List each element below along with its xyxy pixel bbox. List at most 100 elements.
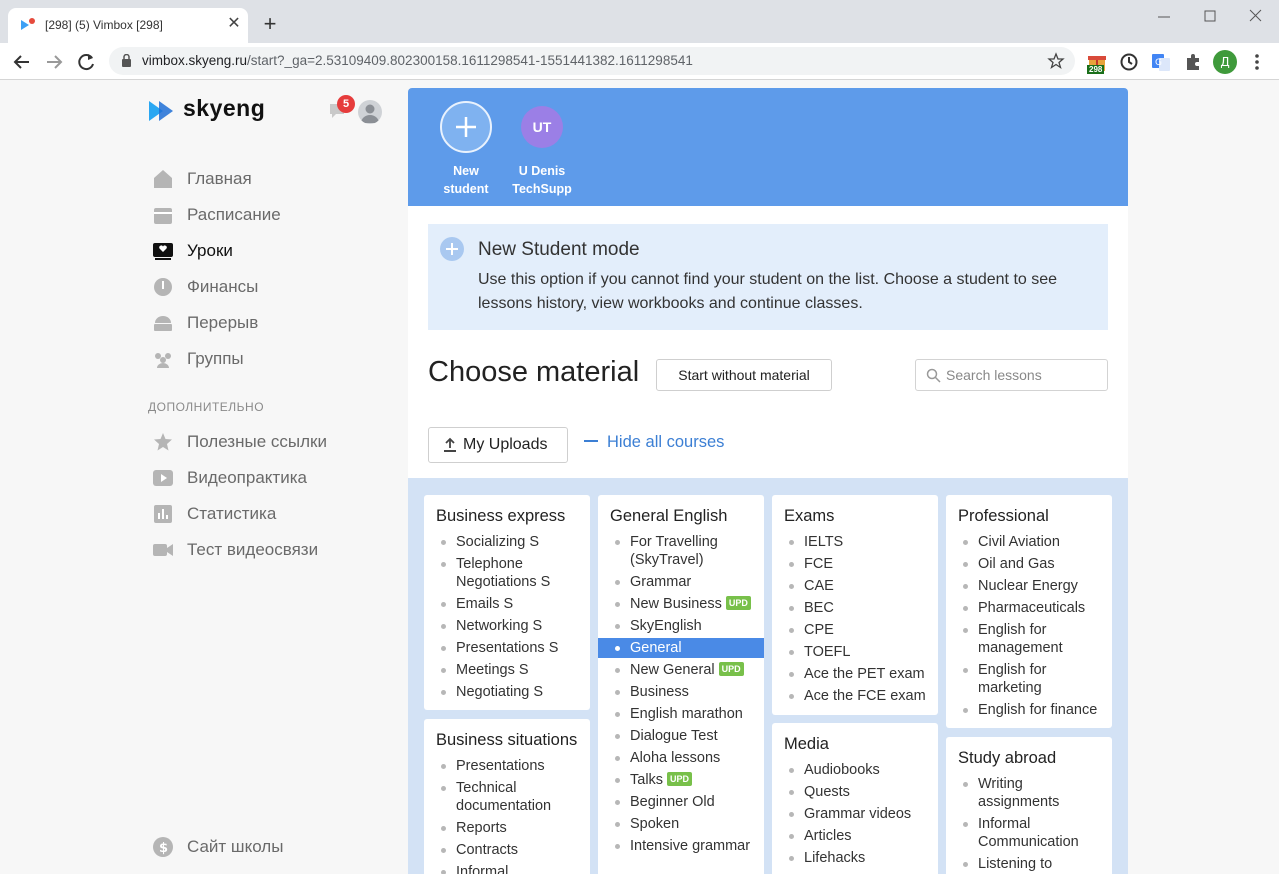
course-item[interactable]: English marathon xyxy=(598,705,764,723)
course-item[interactable]: Socializing S xyxy=(424,533,590,551)
course-item[interactable]: Informal Communication xyxy=(946,815,1112,851)
course-item-selected[interactable]: General xyxy=(598,638,764,658)
course-item[interactable]: Listening to xyxy=(946,855,1112,873)
course-item[interactable]: Oil and Gas xyxy=(946,555,1112,573)
stats-icon xyxy=(154,505,172,523)
sidebar-item-school-site[interactable]: $ Сайт школы xyxy=(152,833,392,861)
calendar-icon xyxy=(154,208,172,224)
course-item[interactable]: Audiobooks xyxy=(772,761,938,779)
extensions-puzzle-icon[interactable] xyxy=(1182,51,1204,73)
course-item[interactable]: IELTS xyxy=(772,533,938,551)
course-item[interactable]: Presentations S xyxy=(424,639,590,657)
sidebar-item-finance[interactable]: Финансы xyxy=(152,273,392,301)
course-card-general-english: General English For Travelling (SkyTrave… xyxy=(598,495,764,874)
search-input[interactable] xyxy=(946,364,1101,386)
course-card-media: Media Audiobooks Quests Grammar videos A… xyxy=(772,723,938,874)
course-item[interactable]: Articles xyxy=(772,827,938,845)
reload-icon[interactable] xyxy=(75,51,97,73)
course-item[interactable]: Ace the PET exam xyxy=(772,665,938,683)
course-item[interactable]: Spoken xyxy=(598,815,764,833)
course-item[interactable]: Technical documentation xyxy=(424,779,590,815)
student-name: New xyxy=(453,164,479,178)
course-item[interactable]: CPE xyxy=(772,621,938,639)
course-item[interactable]: FCE xyxy=(772,555,938,573)
course-item[interactable]: CAE xyxy=(772,577,938,595)
course-item[interactable]: Grammar videos xyxy=(772,805,938,823)
browser-menu-icon[interactable] xyxy=(1250,51,1264,73)
course-item[interactable]: BEC xyxy=(772,599,938,617)
course-item[interactable]: Aloha lessons xyxy=(598,749,764,767)
student-u-denis[interactable]: UT U Denis TechSupp xyxy=(502,101,582,198)
course-item[interactable]: Intensive grammar xyxy=(598,837,764,855)
new-tab-icon[interactable]: + xyxy=(260,13,280,35)
sidebar-item-home[interactable]: Главная xyxy=(152,165,392,193)
tab-close-icon[interactable]: ✕ xyxy=(225,15,243,33)
course-item[interactable]: Grammar xyxy=(598,573,764,591)
course-item[interactable]: New General UPD xyxy=(598,661,764,679)
course-item[interactable]: Writing assignments xyxy=(946,775,1112,811)
course-item[interactable]: English for finance xyxy=(946,701,1112,719)
browser-tab[interactable]: [298] (5) Vimbox [298] ✕ xyxy=(8,8,248,43)
course-item[interactable]: Reports xyxy=(424,819,590,837)
course-item[interactable]: For Travelling (SkyTravel) xyxy=(598,533,764,569)
course-item[interactable]: Ace the FCE exam xyxy=(772,687,938,705)
sidebar-item-video-test[interactable]: Тест видеосвязи xyxy=(152,536,392,564)
sidebar-item-label: Уроки xyxy=(187,241,233,260)
user-avatar-icon[interactable] xyxy=(358,100,382,124)
course-item[interactable]: Emails S xyxy=(424,595,590,613)
sidebar-item-useful-links[interactable]: Полезные ссылки xyxy=(152,428,392,456)
sidebar-item-schedule[interactable]: Расписание xyxy=(152,201,392,229)
chat-count-badge: 5 xyxy=(337,95,355,113)
browser-tab-strip: [298] (5) Vimbox [298] ✕ + xyxy=(0,0,1279,43)
translate-extension-icon[interactable]: G xyxy=(1150,51,1172,73)
course-item[interactable]: Negotiating S xyxy=(424,683,590,701)
course-item[interactable]: Beginner Old xyxy=(598,793,764,811)
course-item[interactable]: Informal xyxy=(424,863,590,874)
sidebar-item-lessons[interactable]: Уроки xyxy=(152,237,392,265)
my-uploads-label: My Uploads xyxy=(463,436,548,453)
my-uploads-button[interactable]: My Uploads xyxy=(428,427,568,463)
course-item[interactable]: Dialogue Test xyxy=(598,727,764,745)
sidebar-item-statistics[interactable]: Статистика xyxy=(152,500,392,528)
sidebar-item-groups[interactable]: Группы xyxy=(152,345,392,373)
course-item[interactable]: Networking S xyxy=(424,617,590,635)
course-item[interactable]: TOEFL xyxy=(772,643,938,661)
sidebar-item-label: Финансы xyxy=(187,277,259,296)
course-item[interactable]: Presentations xyxy=(424,757,590,775)
course-item[interactable]: New Business UPD xyxy=(598,595,764,613)
bookmark-star-icon[interactable] xyxy=(1047,52,1065,70)
course-item[interactable]: Nuclear Energy xyxy=(946,577,1112,595)
course-item[interactable]: Telephone Negotiations S xyxy=(424,555,590,591)
address-bar[interactable]: vimbox.skyeng.ru/start?_ga=2.53109409.80… xyxy=(109,47,1075,75)
minimize-icon[interactable] xyxy=(1153,6,1175,28)
new-student-button[interactable]: New student xyxy=(426,101,506,198)
course-item[interactable]: English for marketing xyxy=(946,661,1112,697)
maximize-icon[interactable] xyxy=(1199,6,1221,28)
upd-badge: UPD xyxy=(725,596,751,610)
svg-text:$: $ xyxy=(159,841,168,856)
sidebar-item-label: Статистика xyxy=(187,504,277,523)
start-without-material-button[interactable]: Start without material xyxy=(656,359,832,391)
collapse-icon xyxy=(584,439,598,442)
course-item[interactable]: Quests xyxy=(772,783,938,801)
course-item[interactable]: Business xyxy=(598,683,764,701)
course-item[interactable]: Contracts xyxy=(424,841,590,859)
home-icon xyxy=(154,170,172,188)
hide-all-courses-link[interactable]: Hide all courses xyxy=(584,433,724,452)
course-item[interactable]: English for management xyxy=(946,621,1112,657)
course-card-title: Media xyxy=(784,735,829,753)
course-item[interactable]: Pharmaceuticals xyxy=(946,599,1112,617)
course-item[interactable]: Talks UPD xyxy=(598,771,764,789)
window-close-icon[interactable] xyxy=(1244,6,1266,28)
profile-avatar[interactable]: Д xyxy=(1213,50,1237,74)
clock-extension-icon[interactable] xyxy=(1118,51,1140,73)
sidebar-item-video-practice[interactable]: Видеопрактика xyxy=(152,464,392,492)
course-item[interactable]: Meetings S xyxy=(424,661,590,679)
sidebar-item-break[interactable]: Перерыв xyxy=(152,309,392,337)
course-item[interactable]: Lifehacks xyxy=(772,849,938,867)
forward-icon[interactable] xyxy=(43,51,65,73)
back-icon[interactable] xyxy=(11,51,33,73)
student-avatar: UT xyxy=(521,106,563,148)
course-item[interactable]: SkyEnglish xyxy=(598,617,764,635)
course-item[interactable]: Civil Aviation xyxy=(946,533,1112,551)
